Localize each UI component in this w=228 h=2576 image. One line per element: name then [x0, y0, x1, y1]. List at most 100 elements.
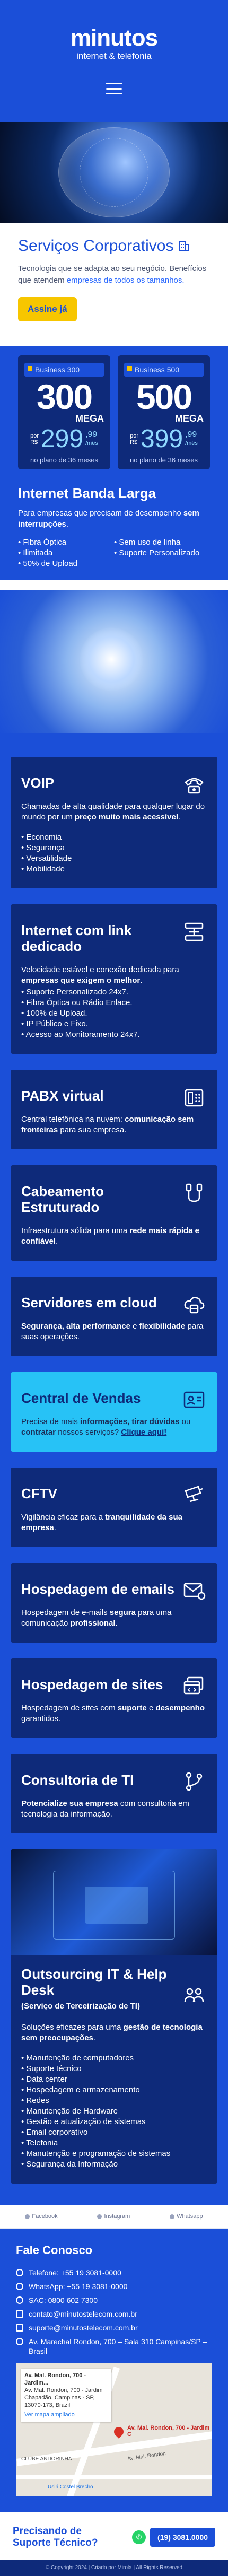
- team-icon: [184, 1988, 204, 2003]
- list-item: Economia: [21, 832, 207, 843]
- card-voip: VOIP Chamadas de alta qualidade para qua…: [11, 757, 217, 888]
- card-email-hosting: Hospedagem de emails Hospedagem de e-mai…: [11, 1563, 217, 1643]
- headset-icon: [16, 2296, 23, 2304]
- card-text-end: .: [178, 813, 181, 822]
- plan-months: no plano de 36 meses: [130, 456, 198, 464]
- plan-cents: ,99: [85, 430, 98, 439]
- map-card-title: Av. Mal. Rondon, 700 - Jardim...: [24, 2372, 86, 2386]
- support-call: ✆ (19) 3081.0000: [132, 2528, 215, 2547]
- card-title: Cabeamento Estruturado: [21, 1183, 104, 1215]
- support-number-button[interactable]: (19) 3081.0000: [150, 2528, 215, 2547]
- card-text-end: .: [93, 2033, 96, 2042]
- plan-period: /mês: [85, 440, 98, 447]
- phone-icon: [16, 2269, 23, 2276]
- card-dedicated-link: Internet com link dedicado Velocidade es…: [11, 904, 217, 1054]
- card-text: Hospedagem de e-mails segura para uma co…: [21, 1608, 207, 1629]
- browser-window-icon: [183, 1676, 204, 1695]
- plan-card-300[interactable]: Business 300 300 MEGA por R$ 299 ,99/mês …: [18, 355, 110, 469]
- card-subtitle: (Serviço de Terceirização de TI): [21, 2002, 140, 2011]
- social-facebook-link[interactable]: Facebook: [25, 2213, 58, 2220]
- card-text-end: .: [56, 1237, 58, 1246]
- map-card-address: Av. Mal. Rondon, 700 - Jardim Chapadão, …: [24, 2387, 103, 2408]
- cloud-server-icon: [184, 1297, 205, 1314]
- card-text-bold: informações, tirar dúvidas: [80, 1417, 180, 1426]
- logo[interactable]: minutos: [0, 25, 228, 51]
- map-embed[interactable]: Av. Mal. Rondon, 700 - Jardim... Av. Mal…: [16, 2363, 212, 2496]
- support-bar: Precisando de Suporte Técnico? ✆ (19) 30…: [0, 2512, 228, 2560]
- list-item: Sem uso de linha: [114, 537, 210, 548]
- map-pin-label: Av. Mal. Rondon, 700 - Jardim C: [127, 2425, 210, 2438]
- map-info-card: Av. Mal. Rondon, 700 - Jardim... Av. Mal…: [21, 2369, 111, 2422]
- card-title: CFTV: [21, 1486, 57, 1501]
- card-text-end: .: [140, 976, 143, 985]
- card-text-mid: e: [146, 1704, 156, 1713]
- card-title: VOIP: [21, 775, 55, 791]
- card-text-start: Infraestrutura sólida para uma: [21, 1226, 130, 1235]
- plan-currency: R$: [130, 439, 138, 446]
- list-item: Segurança da Informação: [21, 2159, 207, 2170]
- card-text: Central telefônica na nuvem: comunicação…: [21, 1114, 207, 1136]
- plan-price: por R$ 299 ,99/mês: [24, 426, 104, 452]
- facebook-icon: [25, 2214, 30, 2219]
- git-branch-icon: [186, 1772, 203, 1791]
- click-here-link[interactable]: Clique aqui!: [121, 1428, 166, 1437]
- list-item: Data center: [21, 2074, 207, 2085]
- plan-cents: ,99: [185, 430, 197, 439]
- network-icon: [185, 922, 204, 941]
- contact-email[interactable]: contato@minutostelecom.com.br: [16, 2309, 212, 2319]
- list-item: Redes: [21, 2095, 207, 2106]
- card-text-start: Hospedagem de sites com: [21, 1704, 118, 1713]
- support-email-text: suporte@minutostelecom.com.br: [29, 2324, 138, 2332]
- cable-plug-icon: [186, 1183, 203, 1202]
- plan-badge: Business 300: [24, 363, 104, 377]
- list-item: Manutenção de computadores: [21, 2053, 207, 2064]
- map-road: [16, 2475, 212, 2479]
- card-cabling: Cabeamento Estruturado Infraestrutura só…: [11, 1165, 217, 1261]
- card-sales-center: Central de Vendas Precisa de mais inform…: [11, 1372, 217, 1452]
- broadband-title: Internet Banda Larga: [18, 485, 156, 501]
- contact-sac[interactable]: SAC: 0800 602 7300: [16, 2295, 212, 2305]
- card-title: Consultoria de TI: [21, 1772, 134, 1788]
- contact-whatsapp[interactable]: WhatsApp: +55 19 3081-0000: [16, 2282, 212, 2291]
- contact-phone[interactable]: Telefone: +55 19 3081-0000: [16, 2268, 212, 2277]
- social-links: Facebook Instagram Whatsapp: [0, 2205, 228, 2229]
- subscribe-button[interactable]: Assine já: [18, 297, 77, 321]
- social-instagram-link[interactable]: Instagram: [97, 2213, 130, 2220]
- list-item: 50% de Upload: [18, 558, 114, 569]
- telephone-icon: [185, 778, 204, 794]
- social-whatsapp-link[interactable]: Whatsapp: [170, 2213, 203, 2220]
- mail-icon: [183, 1583, 206, 1600]
- plan-card-500[interactable]: Business 500 500 MEGA por R$ 399 ,99/mês …: [118, 355, 210, 469]
- plan-speed: 500: [136, 377, 192, 416]
- hamburger-menu-icon[interactable]: [106, 83, 122, 94]
- support-email[interactable]: suporte@minutostelecom.com.br: [16, 2323, 212, 2333]
- plans-section: Business 300 300 MEGA por R$ 299 ,99/mês …: [0, 346, 228, 469]
- location-pin-icon: [16, 2338, 23, 2345]
- view-larger-map-link[interactable]: Ver mapa ampliado: [24, 2411, 108, 2418]
- map-label: Usiri Costel Brecho: [48, 2484, 93, 2490]
- social-label: Facebook: [32, 2213, 58, 2220]
- plan-price-value: 299: [40, 425, 84, 453]
- broadband-text-start: Para empresas que precisam de desempenho: [18, 509, 183, 518]
- card-text-start: Velocidade estável e conexão dedicada pa…: [21, 965, 179, 974]
- list-item: Fibra Óptica: [18, 537, 114, 548]
- card-text-bold: preço muito mais acessível: [74, 813, 178, 822]
- card-text: Potencialize sua empresa com consultoria…: [21, 1798, 207, 1820]
- whatsapp-icon[interactable]: ✆: [132, 2530, 146, 2544]
- card-title: Hospedagem de emails: [21, 1581, 174, 1597]
- card-text: Segurança, alta performance e flexibilid…: [21, 1321, 207, 1342]
- map-pin-icon[interactable]: [112, 2425, 126, 2439]
- social-label: Whatsapp: [177, 2213, 203, 2220]
- list-item: Manutenção e programação de sistemas: [21, 2149, 207, 2159]
- card-title: Hospedagem de sites: [21, 1676, 163, 1692]
- card-text: Vigilância eficaz para a tranquilidade d…: [21, 1512, 207, 1533]
- contact-section: Fale Conosco Telefone: +55 19 3081-0000 …: [0, 2229, 228, 2512]
- whatsapp-icon: [16, 2283, 23, 2290]
- corporate-title-text: Serviços Corporativos: [18, 237, 174, 255]
- card-text-start: Vigilância eficaz para a: [21, 1513, 106, 1522]
- card-text-bold: Potencialize sua empresa: [21, 1799, 118, 1808]
- email-icon: [16, 2324, 23, 2332]
- broadband-section: Internet Banda Larga Para empresas que p…: [0, 469, 228, 580]
- robot-hand-graphic: [80, 627, 143, 691]
- plan-por: por: [30, 433, 39, 439]
